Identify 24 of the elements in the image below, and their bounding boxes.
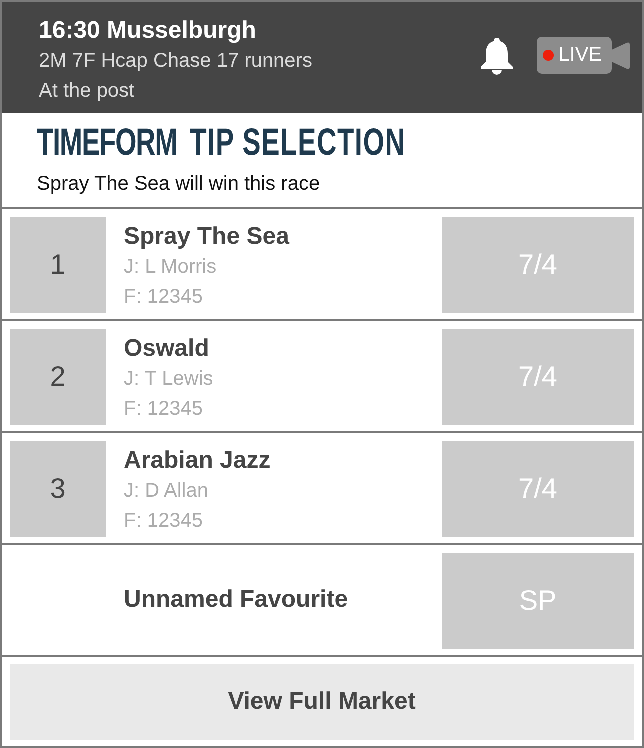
camera-lens-icon xyxy=(612,40,630,70)
tip-text: Spray The Sea will win this race xyxy=(37,172,322,197)
logo: TIMEFORM xyxy=(37,123,178,163)
bell-icon xyxy=(478,36,515,74)
race-details: 2M 7F Hcap Chase 17 runners xyxy=(39,49,312,74)
runner-name: Spray The Sea xyxy=(124,222,290,252)
runner-number: 3 xyxy=(10,441,106,537)
runner-form: F: 12345 xyxy=(124,397,203,422)
runner-name: Arabian Jazz xyxy=(124,446,271,476)
runner-name: Oswald xyxy=(124,334,210,364)
runner-number: 2 xyxy=(10,329,106,425)
runner-number: 1 xyxy=(10,217,106,313)
tip-heading: TIP SELECTION xyxy=(190,123,406,163)
notification-button[interactable] xyxy=(478,36,515,74)
live-dot-icon xyxy=(542,50,554,61)
runner-form: F: 12345 xyxy=(124,285,203,310)
race-title: 16:30 Musselburgh xyxy=(39,16,258,46)
jockey-name: J: L Morris xyxy=(124,255,217,280)
race-status: At the post xyxy=(39,79,136,104)
runner-form: F: 12345 xyxy=(124,509,203,534)
jockey-name: J: T Lewis xyxy=(124,367,214,392)
jockey-name: J: D Allan xyxy=(124,479,208,504)
view-market-button[interactable]: View Full Market xyxy=(10,664,634,740)
runner-name: Unnamed Favourite xyxy=(124,585,348,615)
